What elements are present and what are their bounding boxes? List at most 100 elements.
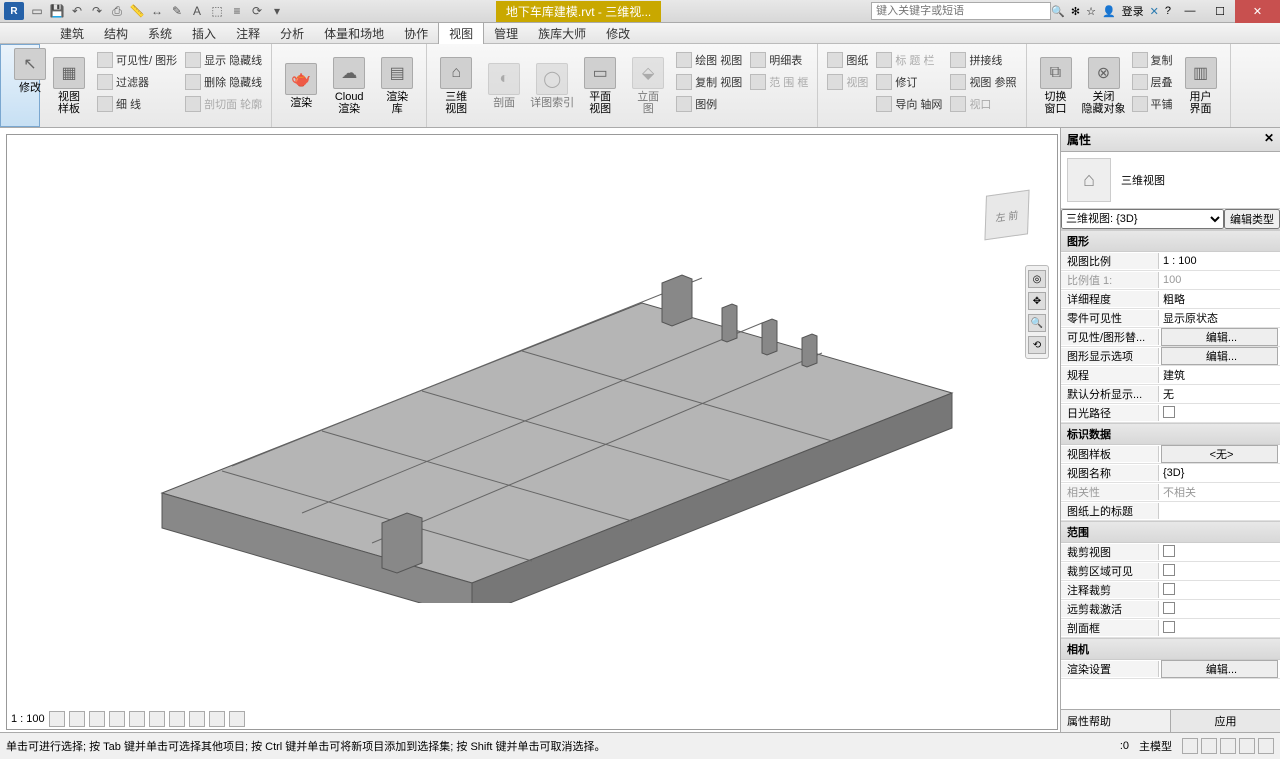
menu-architecture[interactable]: 建筑: [50, 23, 94, 44]
revision-button[interactable]: 修订: [876, 71, 942, 93]
drafting-view-button[interactable]: 绘图 视图: [676, 49, 742, 71]
qat-more-icon[interactable]: ▾: [268, 2, 286, 20]
section-extent[interactable]: 范围: [1061, 521, 1280, 543]
visibility-graphics-button[interactable]: 可见性/ 图形: [97, 49, 177, 71]
qat-3d-icon[interactable]: ⬚: [208, 2, 226, 20]
duplicate-view-button[interactable]: 复制 视图: [676, 71, 742, 93]
replicate-button[interactable]: 复制: [1132, 49, 1173, 71]
section-button[interactable]: ◐剖面: [480, 47, 528, 124]
comm-icon[interactable]: ✻: [1071, 5, 1080, 18]
visual-style-icon[interactable]: [69, 711, 85, 727]
guide-grid-button[interactable]: 导向 轴网: [876, 93, 942, 115]
elevation-button[interactable]: ⬙立面 图: [624, 47, 672, 124]
search-input[interactable]: [871, 2, 1051, 20]
qat-text-icon[interactable]: A: [188, 2, 206, 20]
nav-pan-icon[interactable]: ✥: [1028, 292, 1046, 310]
menu-manage[interactable]: 管理: [484, 23, 528, 44]
minimize-button[interactable]: —: [1175, 0, 1205, 23]
crop-region-icon[interactable]: [169, 711, 185, 727]
prop-detail-level[interactable]: 详细程度粗略: [1061, 290, 1280, 309]
prop-default-analysis[interactable]: 默认分析显示...无: [1061, 385, 1280, 404]
menu-systems[interactable]: 系统: [138, 23, 182, 44]
scale-label[interactable]: 1 : 100: [11, 713, 45, 725]
sb-icon-3[interactable]: [1220, 738, 1236, 754]
prop-sheet-title[interactable]: 图纸上的标题: [1061, 502, 1280, 521]
menu-annotate[interactable]: 注释: [226, 23, 270, 44]
render-dialog-icon[interactable]: [129, 711, 145, 727]
sheet-button[interactable]: 图纸: [827, 49, 868, 71]
checkbox-icon[interactable]: [1163, 602, 1175, 614]
menu-view[interactable]: 视图: [438, 22, 484, 44]
qat-save-icon[interactable]: 💾: [48, 2, 66, 20]
close-hidden-button[interactable]: ⊗关闭 隐藏对象: [1080, 47, 1128, 124]
checkbox-icon[interactable]: [1163, 406, 1175, 418]
nav-wheel-icon[interactable]: ◎: [1028, 270, 1046, 288]
sb-icon-5[interactable]: [1258, 738, 1274, 754]
schedules-button[interactable]: 明细表: [750, 49, 808, 71]
prop-graphic-display[interactable]: 图形显示选项编辑...: [1061, 347, 1280, 366]
menu-analyze[interactable]: 分析: [270, 23, 314, 44]
help-icon[interactable]: ?: [1165, 5, 1171, 17]
checkbox-icon[interactable]: [1163, 545, 1175, 557]
shadows-icon[interactable]: [109, 711, 125, 727]
reveal-icon[interactable]: [229, 711, 245, 727]
unlock-icon[interactable]: [189, 711, 205, 727]
menu-modify[interactable]: 修改: [596, 23, 640, 44]
view-cube[interactable]: 左 前: [977, 185, 1037, 245]
qat-print-icon[interactable]: ⎙: [108, 2, 126, 20]
sb-icon-4[interactable]: [1239, 738, 1255, 754]
detail-level-icon[interactable]: [49, 711, 65, 727]
cascade-button[interactable]: 层叠: [1132, 71, 1173, 93]
switch-windows-button[interactable]: ⧉切换 窗口: [1032, 47, 1080, 124]
3d-viewport[interactable]: 左 前 ◎ ✥ 🔍 ⟲ 1 : 100: [6, 134, 1058, 730]
cloud-render-button[interactable]: ☁Cloud 渲染: [325, 47, 373, 124]
menu-insert[interactable]: 插入: [182, 23, 226, 44]
prop-view-scale[interactable]: 视图比例1 : 100: [1061, 252, 1280, 271]
matchline-button[interactable]: 拼接线: [950, 49, 1016, 71]
prop-section-box[interactable]: 剖面框: [1061, 619, 1280, 638]
prop-sun-path[interactable]: 日光路径: [1061, 404, 1280, 423]
user-icon[interactable]: 👤: [1102, 5, 1116, 18]
qat-dim-icon[interactable]: ↔: [148, 2, 166, 20]
instance-dropdown[interactable]: 三维视图: {3D}: [1061, 209, 1224, 229]
prop-crop-visible[interactable]: 裁剪区域可见: [1061, 562, 1280, 581]
close-panel-icon[interactable]: ✕: [1264, 131, 1274, 148]
nav-orbit-icon[interactable]: ⟲: [1028, 336, 1046, 354]
prop-parts-visibility[interactable]: 零件可见性显示原状态: [1061, 309, 1280, 328]
qat-redo-icon[interactable]: ↷: [88, 2, 106, 20]
callout-button[interactable]: ◯详图索引: [528, 47, 576, 124]
qat-undo-icon[interactable]: ↶: [68, 2, 86, 20]
prop-view-name[interactable]: 视图名称{3D}: [1061, 464, 1280, 483]
favorite-icon[interactable]: ☆: [1086, 5, 1096, 18]
prop-visibility-override[interactable]: 可见性/图形替...编辑...: [1061, 328, 1280, 347]
exchange-icon[interactable]: ✕: [1150, 5, 1159, 18]
tile-button[interactable]: 平铺: [1132, 93, 1173, 115]
apply-button[interactable]: 应用: [1170, 710, 1280, 732]
legend-button[interactable]: 图例: [676, 93, 742, 115]
menu-collaborate[interactable]: 协作: [394, 23, 438, 44]
edit-type-button[interactable]: 编辑类型: [1224, 209, 1280, 229]
prop-crop-view[interactable]: 裁剪视图: [1061, 543, 1280, 562]
properties-help-link[interactable]: 属性帮助: [1061, 710, 1170, 732]
menu-massing[interactable]: 体量和场地: [314, 23, 394, 44]
remove-hidden-button[interactable]: 删除 隐藏线: [185, 71, 262, 93]
menu-family[interactable]: 族库大师: [528, 23, 596, 44]
prop-view-template[interactable]: 视图样板<无>: [1061, 445, 1280, 464]
close-button[interactable]: ✕: [1235, 0, 1280, 23]
checkbox-icon[interactable]: [1163, 621, 1175, 633]
plan-view-button[interactable]: ▭平面 视图: [576, 47, 624, 124]
maximize-button[interactable]: ☐: [1205, 0, 1235, 23]
crop-icon[interactable]: [149, 711, 165, 727]
app-icon[interactable]: R: [4, 2, 24, 20]
view-template-button[interactable]: ▦ 视图 样板: [45, 47, 93, 124]
qat-section-icon[interactable]: ≡: [228, 2, 246, 20]
login-label[interactable]: 登录: [1122, 3, 1144, 19]
show-hidden-button[interactable]: 显示 隐藏线: [185, 49, 262, 71]
prop-render-settings[interactable]: 渲染设置编辑...: [1061, 660, 1280, 679]
nav-zoom-icon[interactable]: 🔍: [1028, 314, 1046, 332]
qat-sync-icon[interactable]: ⟳: [248, 2, 266, 20]
ui-button[interactable]: ▥用户 界面: [1177, 47, 1225, 124]
temp-hide-icon[interactable]: [209, 711, 225, 727]
render-button[interactable]: 🫖渲染: [277, 47, 325, 124]
type-selector[interactable]: ⌂ 三维视图: [1061, 152, 1280, 209]
